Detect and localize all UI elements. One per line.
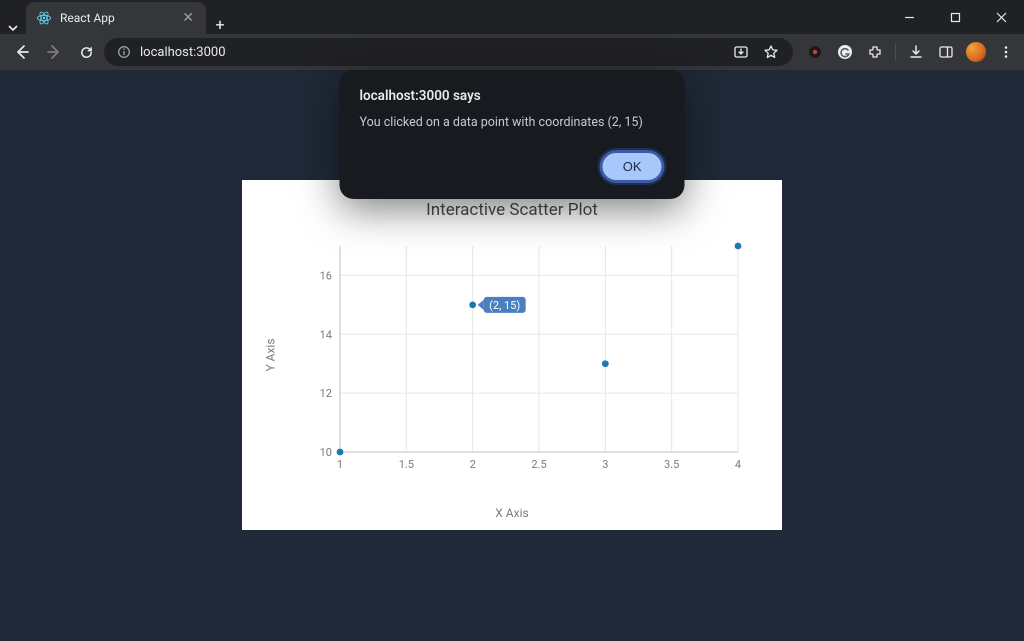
- data-point[interactable]: [602, 360, 609, 367]
- window-controls: [886, 0, 1024, 34]
- alert-message: You clicked on a data point with coordin…: [360, 114, 665, 132]
- arrow-right-icon: [46, 44, 62, 60]
- arrow-left-icon: [14, 44, 30, 60]
- x-tick-label: 3.5: [664, 458, 679, 471]
- reload-icon: [79, 45, 94, 60]
- y-tick-label: 16: [320, 269, 332, 282]
- alert-actions: OK: [360, 150, 665, 183]
- y-axis-title: Y Axis: [264, 338, 278, 371]
- y-tick-label: 10: [320, 446, 332, 459]
- maximize-icon: [950, 12, 961, 23]
- extensions-menu-icon[interactable]: [865, 42, 885, 62]
- close-icon: [996, 12, 1007, 23]
- plot-area[interactable]: 10 12 14 16 1 1.5 2 2.5 3 3.5 4 (2, 15): [312, 240, 744, 474]
- data-point[interactable]: [337, 449, 344, 456]
- window-maximize-button[interactable]: [932, 0, 978, 34]
- alert-ok-button[interactable]: OK: [600, 150, 665, 183]
- x-axis-title: X Axis: [242, 506, 782, 520]
- extension-redux-icon[interactable]: [805, 42, 825, 62]
- titlebar: React App ✕ +: [0, 0, 1024, 34]
- window-minimize-button[interactable]: [886, 0, 932, 34]
- y-tick-label: 14: [320, 328, 332, 341]
- x-tick-label: 2.5: [531, 458, 546, 471]
- forward-button[interactable]: [40, 38, 68, 66]
- tab-title: React App: [60, 11, 172, 25]
- data-point[interactable]: [735, 243, 742, 250]
- site-info-icon[interactable]: [116, 44, 132, 60]
- window-close-button[interactable]: [978, 0, 1024, 34]
- new-tab-button[interactable]: +: [206, 15, 234, 34]
- extension-grammarly-icon[interactable]: [835, 42, 855, 62]
- browser-tab[interactable]: React App ✕: [26, 2, 206, 34]
- back-button[interactable]: [8, 38, 36, 66]
- tab-close-button[interactable]: ✕: [180, 10, 196, 26]
- x-tick-label: 2: [470, 458, 476, 471]
- minimize-icon: [904, 12, 915, 23]
- x-tick-label: 4: [735, 458, 741, 471]
- browser-menu-button[interactable]: [996, 42, 1016, 62]
- data-point[interactable]: [469, 301, 476, 308]
- address-actions: [731, 42, 781, 62]
- reload-button[interactable]: [72, 38, 100, 66]
- x-tick-label: 3: [602, 458, 608, 471]
- profile-avatar[interactable]: [966, 42, 986, 62]
- svg-text:(2, 15): (2, 15): [489, 299, 520, 312]
- scatter-plot-svg[interactable]: 10 12 14 16 1 1.5 2 2.5 3 3.5 4 (2, 15): [312, 240, 744, 474]
- y-tick-label: 12: [320, 387, 332, 400]
- alert-title: localhost:3000 says: [360, 88, 665, 104]
- address-url: localhost:3000: [140, 45, 226, 60]
- toolbar-separator: [895, 43, 896, 61]
- tab-search-button[interactable]: [0, 22, 26, 34]
- downloads-icon[interactable]: [906, 42, 926, 62]
- tab-well: React App ✕ +: [0, 0, 234, 34]
- hover-tooltip: (2, 15): [478, 297, 526, 313]
- side-panel-icon[interactable]: [936, 42, 956, 62]
- address-bar[interactable]: localhost:3000: [104, 38, 793, 66]
- plot-card: Interactive Scatter Plot Y Axis X Axis 1…: [242, 180, 782, 530]
- x-tick-label: 1.5: [399, 458, 414, 471]
- install-app-icon[interactable]: [731, 42, 751, 62]
- react-favicon-icon: [36, 10, 52, 26]
- page-viewport: Interactive Scatter Plot Y Axis X Axis 1…: [0, 70, 1024, 641]
- avatar-icon: [966, 42, 986, 62]
- extension-icons: [797, 42, 1016, 62]
- kebab-icon: [999, 45, 1013, 59]
- x-tick-label: 1: [337, 458, 343, 471]
- browser-toolbar: localhost:3000: [0, 34, 1024, 70]
- js-alert-dialog: localhost:3000 says You clicked on a dat…: [340, 70, 685, 199]
- chevron-down-icon: [7, 22, 19, 34]
- bookmark-icon[interactable]: [761, 42, 781, 62]
